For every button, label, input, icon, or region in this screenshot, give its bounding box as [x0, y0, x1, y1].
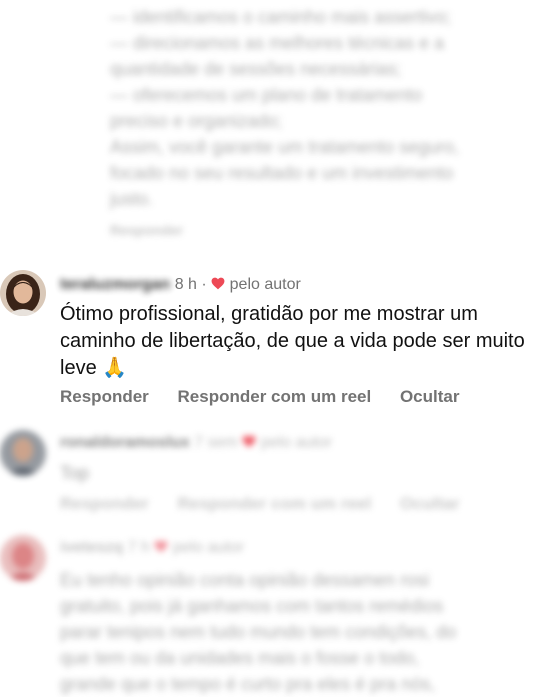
previous-comment-line: — direcionamos as melhores técnicas e a [110, 33, 445, 53]
heart-icon [211, 277, 225, 290]
comment-meta: teraluzmorgan 8 h · pelo autor [60, 276, 301, 294]
avatar[interactable] [0, 430, 46, 476]
previous-comment-line: — identificamos o caminho mais assertivo… [110, 7, 452, 27]
separator: · [201, 276, 207, 293]
username[interactable]: ronaldoramoslux [60, 434, 190, 451]
comment-text: Eu tenho opinião conta opinião dessamen … [60, 567, 540, 697]
timestamp: 7 sem [194, 434, 238, 451]
comment-line: parar tenipos nem tudo mundo tem condiçõ… [60, 622, 457, 642]
previous-comment-line: — oferecemos um plano de tratamento [110, 85, 423, 105]
previous-comment-line: justo. [110, 189, 154, 209]
timestamp: 7 h [127, 539, 150, 556]
comment-meta: iveteszq 7 h pelo autor [60, 539, 244, 557]
comment-text: Ótimo profissional, gratidão por me most… [60, 303, 525, 379]
previous-comment-line: Assim, você garante um tratamento seguro… [110, 137, 460, 157]
comment-line: gratuito, pois já ganhamos com tantos re… [60, 596, 444, 616]
reply-with-reel-button[interactable]: Responder com um reel [178, 494, 372, 513]
comment-main: teraluzmorgan 8 h · pelo autor Ótimo pro… [0, 270, 547, 410]
heart-icon [242, 435, 256, 448]
username[interactable]: teraluzmorgan [60, 276, 170, 294]
liked-by-author-label: pelo autor [172, 539, 244, 556]
comment-line: Eu tenho opinião conta opinião dessamen … [60, 570, 430, 590]
previous-comment-line: preciso e organizado; [110, 111, 283, 131]
avatar[interactable] [0, 535, 46, 581]
reply-with-reel-button[interactable]: Responder com um reel [178, 387, 372, 406]
previous-reply-button[interactable]: Responder [110, 222, 540, 238]
previous-comment-line: focado no seu resultado e um investiment… [110, 163, 454, 183]
heart-icon [154, 540, 168, 553]
avatar[interactable] [0, 270, 46, 316]
comment-actions: Responder Responder com um reel Ocultar [60, 387, 483, 407]
hide-button[interactable]: Ocultar [400, 494, 460, 513]
reply-button[interactable]: Responder [60, 387, 149, 406]
comment-2: ronaldoramoslux 7 sem pelo autor Top Res… [0, 430, 547, 520]
comment-line: que tem ou da unidades mais o fosse o to… [60, 648, 420, 668]
comment-actions: Responder Responder com um reel Ocultar [60, 494, 483, 514]
comment-text: Top [60, 463, 90, 483]
comment-meta: ronaldoramoslux 7 sem pelo autor [60, 434, 332, 452]
liked-by-author-label: pelo autor [229, 276, 301, 293]
timestamp: 8 h [174, 276, 197, 293]
comment-3: iveteszq 7 h pelo autor Eu tenho opinião… [0, 535, 547, 694]
previous-comment-line: quantidade de sessões necessárias; [110, 59, 402, 79]
username[interactable]: iveteszq [60, 539, 123, 556]
previous-comment-body: — identificamos o caminho mais assertivo… [110, 4, 540, 238]
hide-button[interactable]: Ocultar [400, 387, 460, 406]
liked-by-author-label: pelo autor [260, 434, 332, 451]
comment-line: grande que o tempo é curto pra eles é pr… [60, 674, 436, 694]
reply-button[interactable]: Responder [60, 494, 149, 513]
